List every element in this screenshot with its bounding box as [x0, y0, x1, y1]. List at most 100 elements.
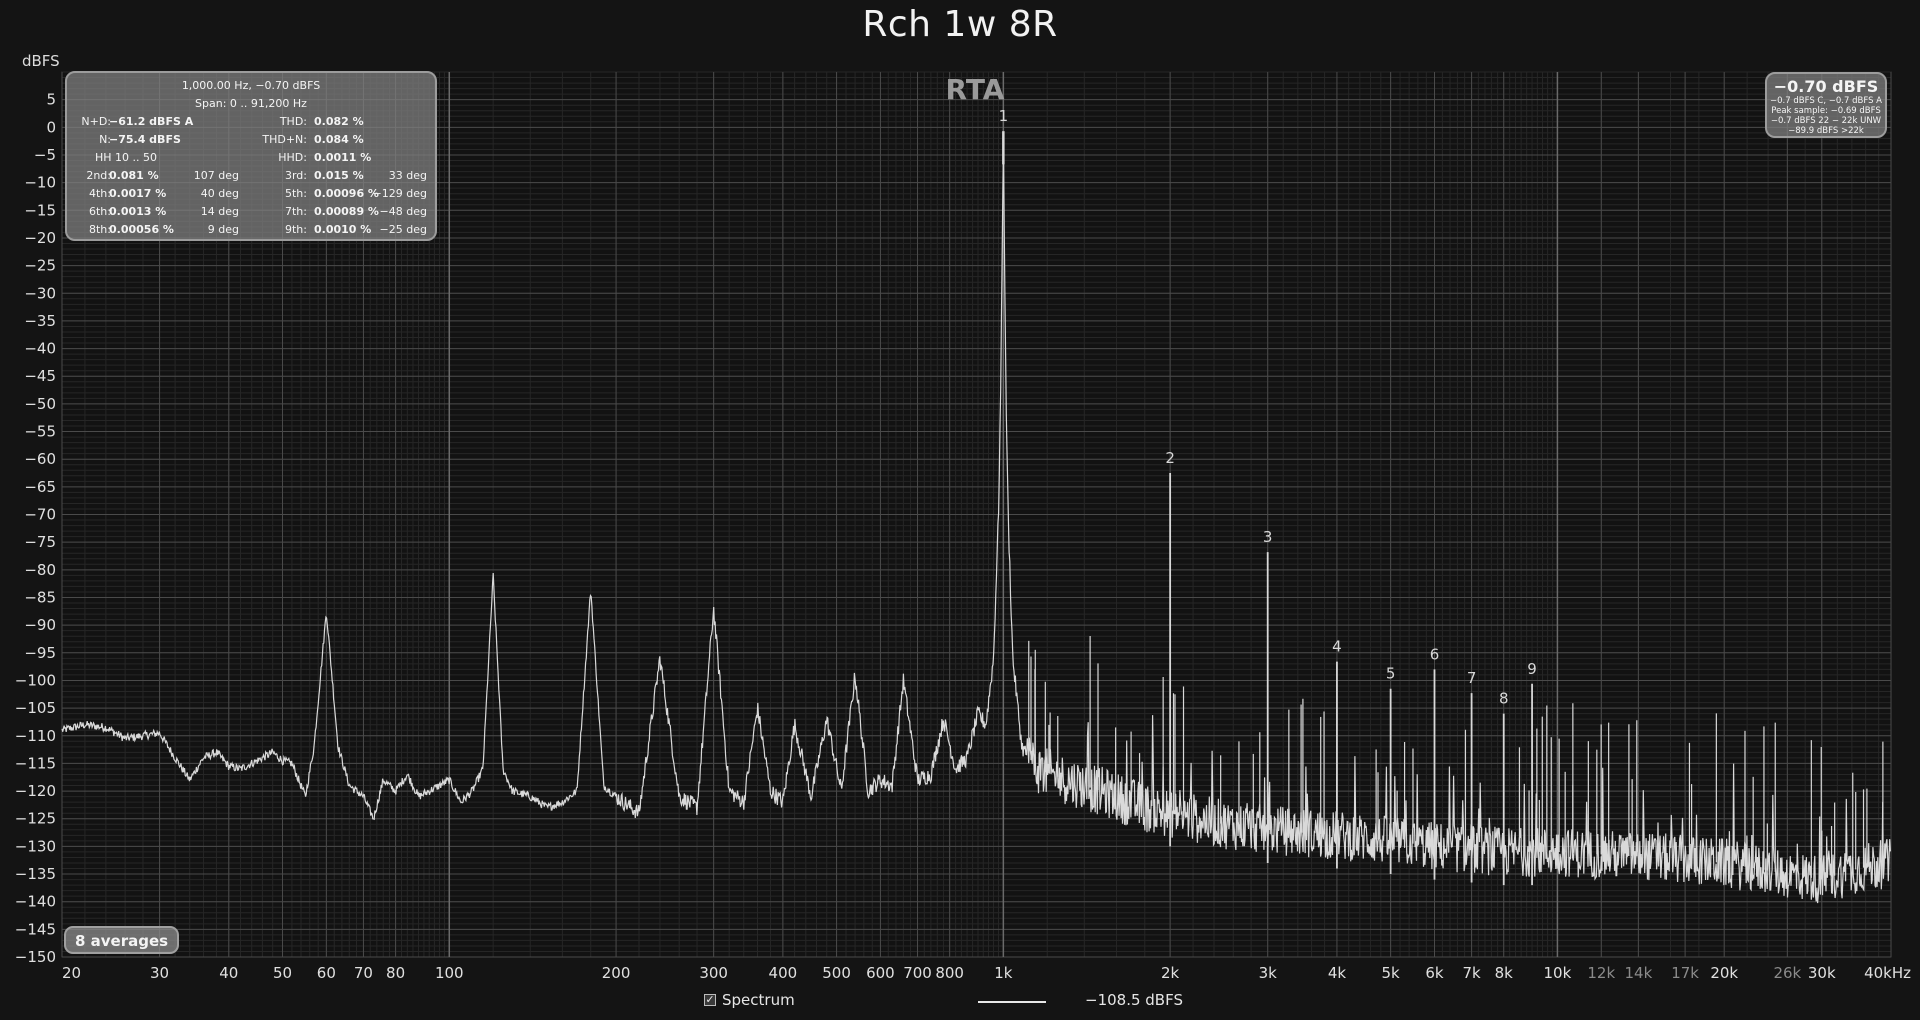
- harmonic-label: 3rd:: [284, 169, 307, 182]
- harmonic-value: 0.00089 %: [314, 205, 379, 218]
- y-tick-label: −120: [15, 782, 56, 800]
- level-peak-sample: Peak sample: −0.69 dBFS: [1771, 106, 1881, 116]
- info-value: 0.082 %: [314, 115, 364, 128]
- info-row-hh: HH 10 .. 50 HHD: 0.0011 %: [67, 151, 435, 167]
- level-above-22k: −89.9 dBFS >22k: [1788, 126, 1864, 136]
- level-readout-box: −0.70 dBFS −0.7 dBFS C, −0.7 dBFS A Peak…: [1765, 72, 1887, 138]
- y-tick-label: −125: [15, 810, 56, 828]
- x-tick-label: 500: [822, 964, 851, 982]
- measurement-info-box: 1,000.00 Hz, −0.70 dBFS Span: 0 .. 91,20…: [65, 71, 437, 241]
- y-tick-label: −55: [24, 423, 56, 441]
- x-tick-label: 17k: [1671, 964, 1699, 982]
- harmonic-label: 9th:: [285, 223, 307, 236]
- harmonic-marker-label: 3: [1263, 528, 1273, 546]
- x-tick-label: 70: [354, 964, 373, 982]
- info-value: −75.4 dBFS: [109, 133, 181, 146]
- info-label: N+D:: [81, 115, 111, 128]
- harmonic-marker-label: 2: [1165, 449, 1175, 467]
- info-span: Span: 0 .. 91,200 Hz: [195, 97, 307, 110]
- harmonic-phase: 9 deg: [207, 223, 239, 236]
- legend-line-swatch: [978, 1001, 1046, 1003]
- info-row-harm-4-5: 4th: 0.0017 % 40 deg 5th: 0.00096 % −129…: [67, 187, 435, 203]
- harmonic-value: 0.0013 %: [109, 205, 167, 218]
- x-tick-label: 50: [273, 964, 292, 982]
- x-tick-label: 14k: [1624, 964, 1652, 982]
- y-axis-ticks: 5 0 −5 −10 −15 −20 −25 −30 −35 −40 −45 −50 −55 −60 −65…: [15, 91, 56, 966]
- harmonic-phase: 14 deg: [200, 205, 239, 218]
- x-tick-label: 600: [866, 964, 895, 982]
- info-label: THD:: [279, 115, 307, 128]
- y-tick-label: 0: [46, 118, 56, 136]
- harmonic-label: 8th:: [89, 223, 111, 236]
- info-row-harm-8-9: 8th: 0.00056 % 9 deg 9th: 0.0010 % −25 d…: [67, 223, 435, 239]
- info-row-nd: N+D: −61.2 dBFS A THD: 0.082 %: [67, 115, 435, 131]
- harmonic-value: 0.015 %: [314, 169, 364, 182]
- y-tick-label: −10: [24, 174, 56, 192]
- x-tick-label: 200: [602, 964, 631, 982]
- info-row-harm-6-7: 6th: 0.0013 % 14 deg 7th: 0.00089 % −48 …: [67, 205, 435, 221]
- y-tick-label: 5: [46, 91, 56, 109]
- x-tick-label: 400: [769, 964, 798, 982]
- x-tick-label: 8k: [1495, 964, 1514, 982]
- harmonic-phase: 40 deg: [200, 187, 239, 200]
- harmonic-phase: −129 deg: [372, 187, 427, 200]
- harmonic-marker-label: 6: [1430, 645, 1440, 663]
- y-tick-label: −60: [24, 450, 56, 468]
- y-tick-label: −150: [15, 948, 56, 966]
- y-tick-label: −140: [15, 893, 56, 911]
- harmonic-value: 0.00056 %: [109, 223, 174, 236]
- harmonic-value: 0.0010 %: [314, 223, 372, 236]
- spectrum-legend-label[interactable]: Spectrum: [722, 991, 795, 1009]
- y-tick-label: −35: [24, 312, 56, 330]
- rta-window: Rch 1w 8R dBFS 5 0 −5 −10 −15 −20 −25 −30 −35 −40…: [0, 0, 1920, 1020]
- harmonic-label: 6th:: [89, 205, 111, 218]
- averages-badge[interactable]: 8 averages: [64, 926, 180, 954]
- y-tick-label: −105: [15, 699, 56, 717]
- x-tick-label: 6k: [1425, 964, 1444, 982]
- x-tick-label: 30: [150, 964, 169, 982]
- y-tick-label: −20: [24, 229, 56, 247]
- x-tick-label: 7k: [1462, 964, 1481, 982]
- y-tick-label: −65: [24, 478, 56, 496]
- x-tick-label: 60: [317, 964, 336, 982]
- y-tick-label: −110: [15, 727, 56, 745]
- x-tick-label: 4k: [1328, 964, 1347, 982]
- y-tick-label: −95: [24, 644, 56, 662]
- level-weighted: −0.7 dBFS C, −0.7 dBFS A: [1770, 96, 1882, 106]
- x-tick-label: 40: [219, 964, 238, 982]
- y-tick-label: −85: [24, 588, 56, 606]
- spectrum-checkbox[interactable]: ✓: [704, 994, 716, 1006]
- y-tick-label: −100: [15, 671, 56, 689]
- y-tick-label: −75: [24, 533, 56, 551]
- x-tick-label: 1k: [994, 964, 1013, 982]
- x-tick-label: 80: [386, 964, 405, 982]
- x-tick-label: 20k: [1710, 964, 1738, 982]
- y-tick-label: −15: [24, 201, 56, 219]
- y-tick-label: −5: [34, 146, 56, 164]
- x-tick-label: 3k: [1259, 964, 1278, 982]
- info-frequency-level: 1,000.00 Hz, −0.70 dBFS: [181, 79, 321, 92]
- legend: ✓ Spectrum −108.5 dBFS: [0, 990, 1920, 1014]
- y-tick-label: −135: [15, 865, 56, 883]
- info-value: −61.2 dBFS A: [109, 115, 194, 128]
- harmonic-label: 4th:: [89, 187, 111, 200]
- harmonic-marker-label: 4: [1332, 638, 1342, 656]
- x-axis-ticks: 20 30 40 50 60 70 80 100 200 300 400 500 600 700 800 1k…: [62, 964, 1911, 982]
- info-label: HH 10 .. 50: [95, 151, 158, 164]
- y-tick-label: −70: [24, 506, 56, 524]
- harmonic-label: 5th:: [285, 187, 307, 200]
- x-tick-label: 10k: [1544, 964, 1572, 982]
- info-row-harm-2-3: 2nd: 0.081 % 107 deg 3rd: 0.015 % 33 deg: [67, 169, 435, 185]
- x-tick-label: 2k: [1161, 964, 1180, 982]
- y-tick-label: −130: [15, 837, 56, 855]
- y-tick-label: −115: [15, 754, 56, 772]
- harmonic-phase: −25 deg: [379, 223, 427, 236]
- y-tick-label: −30: [24, 284, 56, 302]
- harmonic-marker-label: 1: [999, 107, 1009, 125]
- level-unweighted: −0.7 dBFS 22 − 22k UNW: [1770, 116, 1882, 126]
- y-tick-label: −25: [24, 257, 56, 275]
- harmonic-label: 7th:: [285, 205, 307, 218]
- y-tick-label: −50: [24, 395, 56, 413]
- harmonic-label: 2nd:: [86, 169, 111, 182]
- harmonic-marker-label: 5: [1386, 665, 1396, 683]
